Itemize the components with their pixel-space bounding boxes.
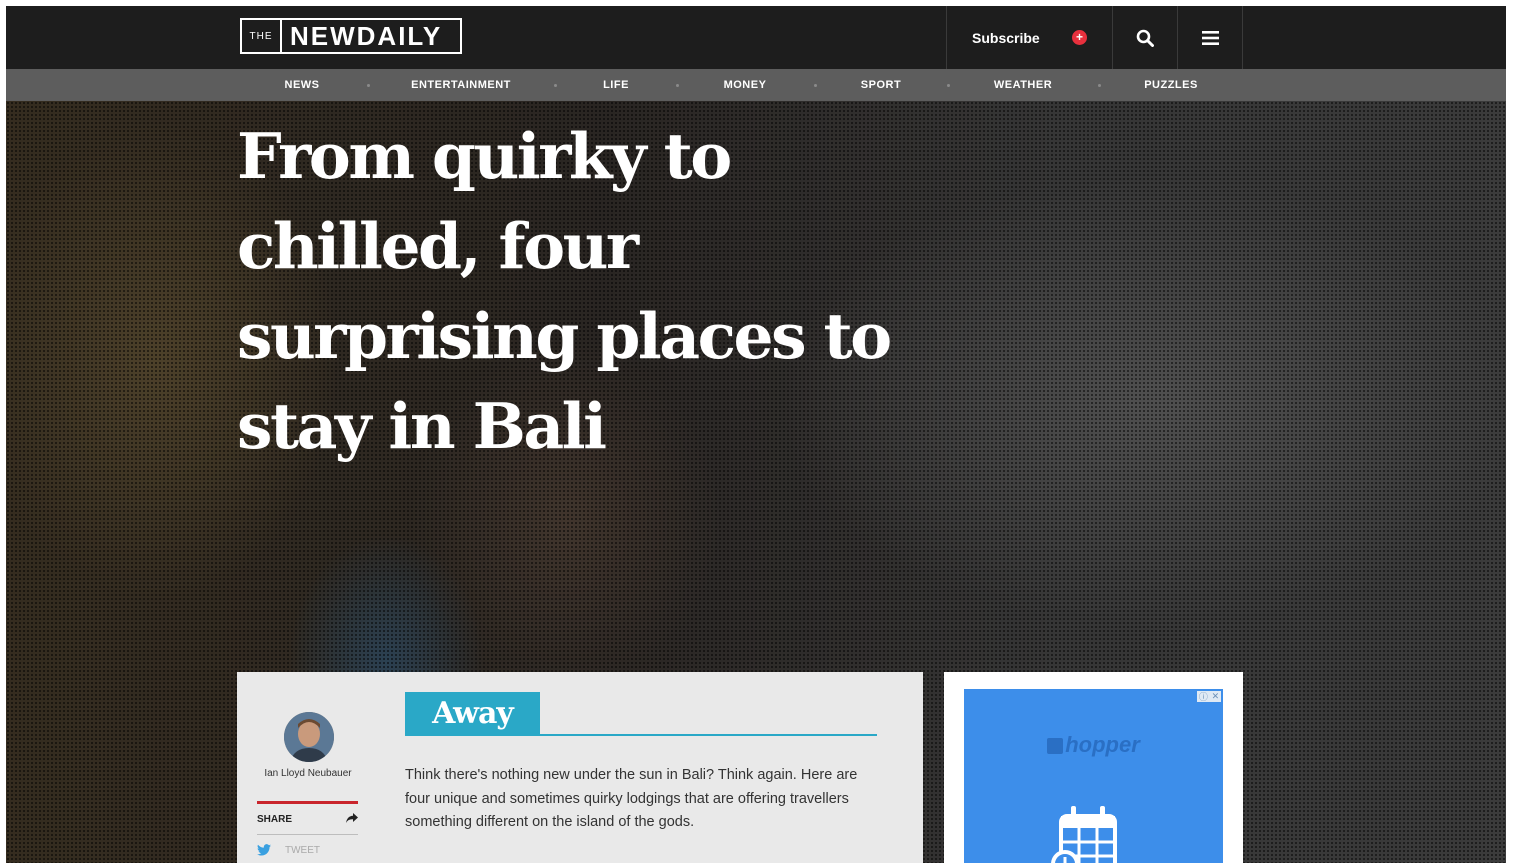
tweet-button[interactable]: TWEET — [285, 845, 320, 856]
nav-item-weather[interactable]: WEATHER — [994, 69, 1052, 101]
search-icon — [1136, 29, 1154, 47]
site-header: THE NEWDAILY Subscribe + — [6, 6, 1506, 69]
author-avatar[interactable] — [284, 712, 334, 762]
close-icon[interactable]: ✕ — [1212, 691, 1220, 702]
logo-wordmark: NEWDAILY — [290, 20, 443, 51]
browser-viewport: THE NEWDAILY Subscribe + NEWS ENTERTAINM… — [6, 6, 1506, 863]
nav-separator — [814, 84, 817, 87]
nav-item-life[interactable]: LIFE — [603, 69, 629, 101]
menu-icon — [1201, 30, 1219, 45]
logo-prefix: THE — [242, 20, 282, 52]
nav-item-money[interactable]: MONEY — [724, 69, 767, 101]
nav-separator — [1098, 84, 1101, 87]
menu-button[interactable] — [1178, 6, 1242, 69]
subscribe-label: Subscribe — [972, 29, 1040, 46]
nav-item-sport[interactable]: SPORT — [861, 69, 901, 101]
header-divider — [1242, 6, 1243, 69]
share-label: SHARE — [257, 814, 293, 825]
nav-item-entertainment[interactable]: ENTERTAINMENT — [411, 69, 511, 101]
twitter-icon[interactable] — [257, 844, 271, 856]
ad-choices[interactable]: ⓘ ✕ — [1197, 691, 1221, 702]
calendar-clock-icon — [1051, 806, 1117, 863]
section-rule — [405, 734, 877, 736]
subscribe-button[interactable]: Subscribe + — [947, 6, 1112, 69]
nav-separator — [947, 84, 950, 87]
author-divider — [257, 801, 358, 804]
article-summary-card: Ian Lloyd Neubauer SHARE TWEET Away Thin… — [237, 672, 923, 863]
author-photo — [284, 712, 334, 762]
ad-brand-name: hopper — [1065, 732, 1140, 757]
article-headline: From quirky to chilled, four surprising … — [237, 119, 892, 463]
author-name[interactable]: Ian Lloyd Neubauer — [237, 768, 379, 779]
ad-banner[interactable]: ⓘ ✕ hopper — [964, 689, 1223, 863]
share-divider — [257, 834, 358, 835]
nav-item-puzzles[interactable]: PUZZLES — [1144, 69, 1198, 101]
share-arrow-icon[interactable] — [345, 811, 359, 825]
nav-separator — [367, 84, 370, 87]
search-button[interactable] — [1113, 6, 1177, 69]
hopper-logo-icon — [1047, 738, 1064, 754]
ad-brand-logo: hopper — [964, 732, 1223, 758]
advertisement: ⓘ ✕ hopper — [944, 672, 1243, 863]
plus-circle-icon: + — [1072, 30, 1087, 45]
nav-separator — [554, 84, 557, 87]
main-nav: NEWS ENTERTAINMENT LIFE MONEY SPORT WEAT… — [6, 69, 1506, 101]
section-tag[interactable]: Away — [405, 692, 540, 735]
site-logo[interactable]: THE NEWDAILY — [240, 18, 462, 54]
nav-separator — [676, 84, 679, 87]
adchoices-icon[interactable]: ⓘ — [1199, 690, 1208, 703]
nav-item-news[interactable]: NEWS — [285, 69, 320, 101]
article-intro: Think there's nothing new under the sun … — [405, 767, 858, 830]
